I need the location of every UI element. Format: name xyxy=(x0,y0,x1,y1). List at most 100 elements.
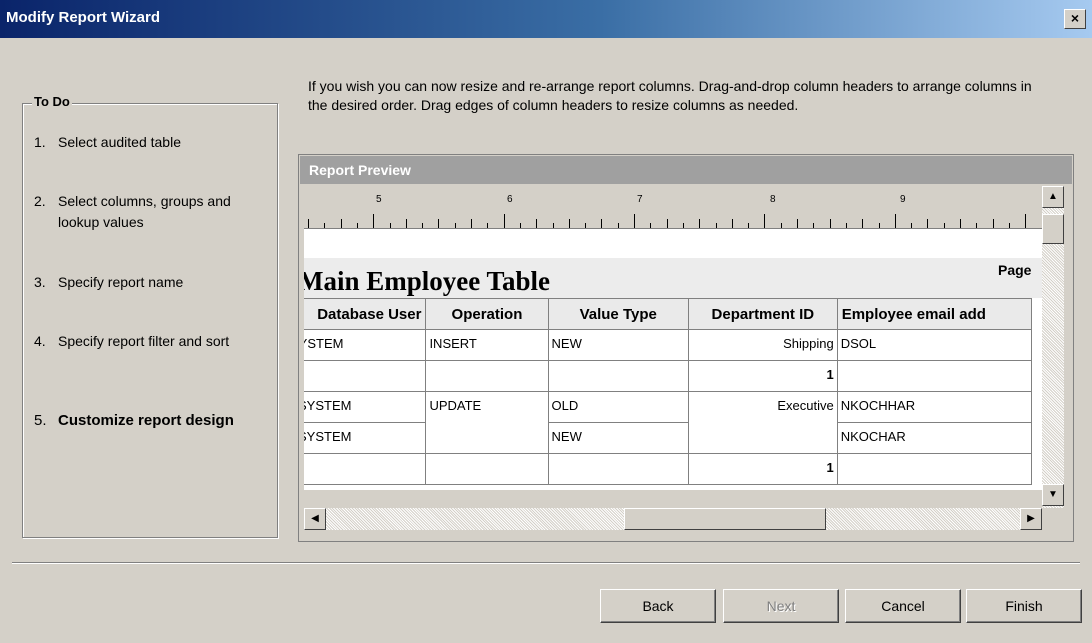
table-cell xyxy=(687,422,838,454)
ruler-tick xyxy=(780,223,782,228)
ruler-number: 8 xyxy=(770,194,776,205)
separator xyxy=(12,562,1080,564)
todo-label: Select audited table xyxy=(58,134,181,150)
column-header-value-type[interactable]: Value Type xyxy=(547,298,689,330)
ruler-tick xyxy=(487,223,489,228)
report-title: Main Employee Table xyxy=(304,266,551,296)
table-row: 1 xyxy=(304,453,1033,485)
table-row: SYSTEM NEW NKOCHAR xyxy=(304,422,1033,454)
table-cell xyxy=(425,453,549,485)
ruler-tick xyxy=(829,219,831,228)
close-button[interactable]: × xyxy=(1064,9,1086,29)
table-cell: Shipping xyxy=(687,329,838,361)
ruler-tick xyxy=(536,219,538,228)
ruler-tick xyxy=(389,223,391,228)
ruler-tick xyxy=(585,223,587,228)
ruler-tick xyxy=(666,219,668,228)
horizontal-scrollbar[interactable]: ◀ ▶ xyxy=(304,508,1042,530)
ruler: 5 6 7 8 9 xyxy=(304,186,1042,229)
vertical-scrollbar[interactable]: ▲ ▼ xyxy=(1042,186,1064,508)
ruler-tick xyxy=(992,219,994,228)
scroll-up-icon[interactable]: ▲ xyxy=(1042,186,1064,208)
table-cell: OLD xyxy=(547,391,689,423)
table-cell xyxy=(547,453,689,485)
table-cell: NKOCHAR xyxy=(836,422,1033,454)
table-cell xyxy=(304,360,427,392)
ruler-tick xyxy=(356,223,358,228)
back-button[interactable]: Back xyxy=(600,589,716,623)
table-cell xyxy=(425,422,549,454)
ruler-tick xyxy=(682,223,684,228)
ruler-tick xyxy=(911,223,913,228)
ruler-tick xyxy=(943,223,945,228)
todo-group xyxy=(22,103,278,538)
table-cell: 1 xyxy=(687,453,838,485)
scrollbar-corner xyxy=(1042,508,1064,530)
ruler-tick xyxy=(960,219,961,228)
cancel-button[interactable]: Cancel xyxy=(845,589,961,623)
report-canvas[interactable]: 5 6 7 8 9 Main Employee Table Page Datab… xyxy=(304,186,1042,490)
next-button[interactable]: Next xyxy=(723,589,839,623)
table-cell: Executive xyxy=(687,391,838,423)
table-cell xyxy=(425,360,549,392)
horizontal-scroll-thumb[interactable] xyxy=(624,508,826,530)
todo-number: 5. xyxy=(34,412,47,429)
ruler-tick xyxy=(405,219,407,228)
table-cell xyxy=(304,453,427,485)
scroll-down-icon[interactable]: ▼ xyxy=(1042,484,1064,506)
ruler-tick xyxy=(1008,223,1010,228)
ruler-tick xyxy=(422,223,424,228)
header-row: Database User Operation Value Type Depar… xyxy=(304,298,1033,330)
column-header-department-id[interactable]: Department ID xyxy=(687,298,838,330)
ruler-tick xyxy=(927,219,929,228)
todo-item-4: 4. Specify report filter and sort xyxy=(34,331,258,352)
ruler-tick xyxy=(324,223,326,228)
ruler-number: 7 xyxy=(637,194,643,205)
table-cell: DSOL xyxy=(836,329,1033,361)
window-title: Modify Report Wizard xyxy=(6,9,161,26)
finish-button[interactable]: Finish xyxy=(966,589,1082,623)
todo-number: 3. xyxy=(34,274,46,290)
todo-item-3: 3. Specify report name xyxy=(34,272,258,293)
scroll-right-icon[interactable]: ▶ xyxy=(1020,508,1042,530)
todo-item-1: 1. Select audited table xyxy=(34,132,258,153)
ruler-tick xyxy=(748,223,750,228)
ruler-tick xyxy=(813,223,815,228)
ruler-tick xyxy=(617,223,619,228)
ruler-tick xyxy=(601,219,603,228)
vertical-scroll-thumb[interactable] xyxy=(1042,214,1064,244)
todo-label: Select columns, groups and lookup values xyxy=(58,193,231,230)
ruler-tick xyxy=(699,219,701,228)
column-header-database-user[interactable]: Database User xyxy=(304,298,427,330)
preview-title: Report Preview xyxy=(300,156,1072,184)
ruler-tick xyxy=(1025,214,1027,228)
ruler-tick xyxy=(976,223,978,228)
scroll-left-icon[interactable]: ◀ xyxy=(304,508,326,530)
ruler-tick xyxy=(438,219,440,228)
ruler-number: 9 xyxy=(900,194,906,205)
ruler-tick xyxy=(634,214,635,228)
table-row: 1 xyxy=(304,360,1033,392)
todo-number: 2. xyxy=(34,193,46,209)
table-cell: SYSTEM xyxy=(304,391,427,423)
todo-label: Customize report design xyxy=(58,412,234,429)
ruler-tick xyxy=(862,219,864,228)
table-row: SYSTEM INSERT NEW Shipping DSOL xyxy=(304,329,1033,361)
column-header-employee-email[interactable]: Employee email add xyxy=(836,298,1033,330)
report-table: Database User Operation Value Type Depar… xyxy=(304,298,1033,485)
table-cell: 1 xyxy=(687,360,838,392)
table-cell: SYSTEM xyxy=(304,329,427,361)
table-cell: SYSTEM xyxy=(304,422,427,454)
title-bar: Modify Report Wizard × xyxy=(0,0,1092,38)
ruler-number: 6 xyxy=(507,194,513,205)
table-cell xyxy=(836,360,1033,392)
table-cell: NKOCHHAR xyxy=(836,391,1033,423)
todo-label: Specify report name xyxy=(58,274,184,290)
ruler-tick xyxy=(894,214,896,228)
table-row: SYSTEM UPDATE OLD Executive NKOCHHAR xyxy=(304,391,1033,423)
ruler-tick xyxy=(715,223,717,228)
ruler-number: 5 xyxy=(376,194,382,205)
column-header-operation[interactable]: Operation xyxy=(425,298,549,330)
todo-legend: To Do xyxy=(32,94,72,109)
table-cell: INSERT xyxy=(425,329,549,361)
